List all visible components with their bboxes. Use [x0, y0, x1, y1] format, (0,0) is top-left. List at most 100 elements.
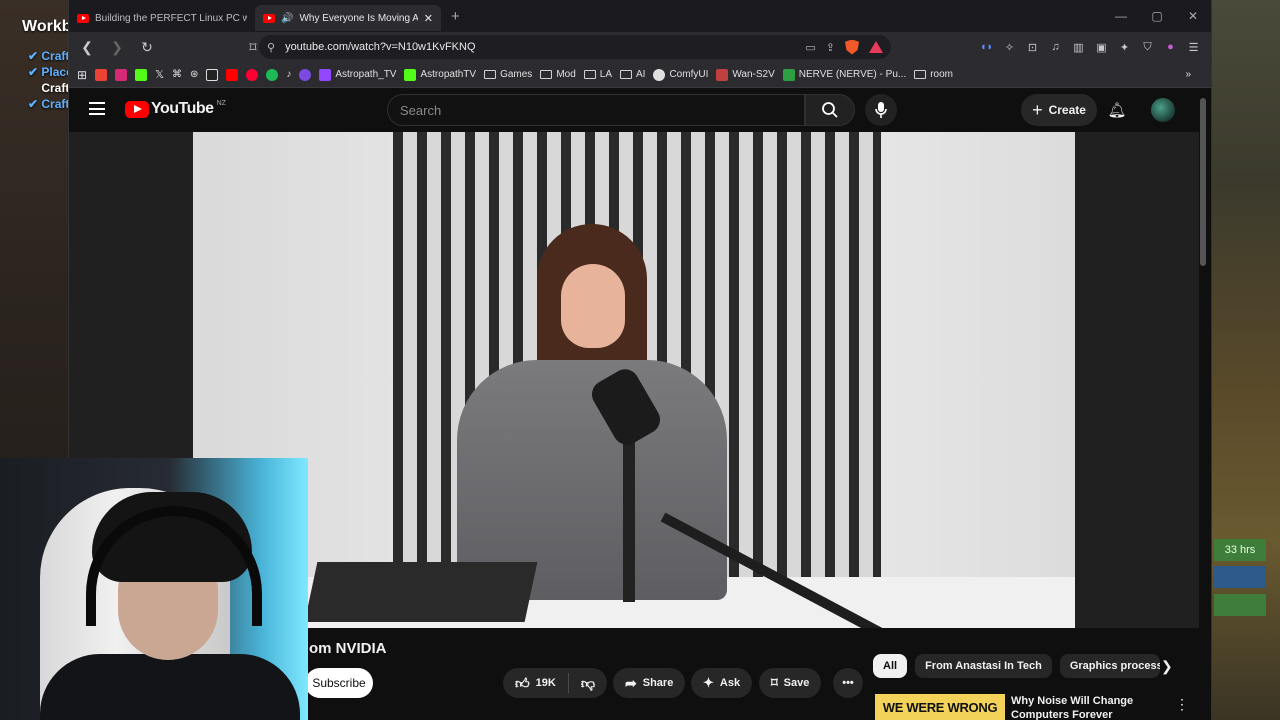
video-player[interactable]: [193, 132, 1075, 628]
youtube-logo[interactable]: YouTube NZ: [125, 100, 226, 118]
brave-shield-icon[interactable]: [845, 39, 859, 55]
game-status-bar: [1214, 566, 1266, 588]
recommended-thumbnail[interactable]: WE WERE WRONG: [875, 694, 1005, 720]
cast-icon[interactable]: ▭: [805, 41, 815, 54]
address-bar[interactable]: ⚲ youtube.com/watch?v=N10w1KvFKNQ ▭ ⇪: [259, 35, 891, 59]
folder-icon: [914, 70, 927, 79]
youtube-music-icon[interactable]: [246, 68, 259, 81]
game-quest-item: Craft: [41, 81, 70, 95]
like-dislike-group: 👍︎ 19K 👎︎: [503, 668, 608, 698]
save-button[interactable]: ⌑ Save: [759, 668, 822, 698]
thumbs-up-icon: 👍︎: [515, 674, 530, 691]
menu-icon[interactable]: ☰: [1186, 40, 1201, 55]
music-icon[interactable]: ♫: [1048, 40, 1063, 55]
more-vertical-icon[interactable]: ⋮: [1175, 696, 1189, 713]
chip-all[interactable]: All: [873, 654, 908, 678]
gmail-icon[interactable]: [95, 68, 108, 81]
avatar[interactable]: [1151, 98, 1175, 122]
x-icon[interactable]: 𝕏: [155, 68, 164, 81]
like-button[interactable]: 👍︎ 19K: [515, 675, 556, 692]
ask-button[interactable]: ✦ Ask: [691, 668, 753, 698]
reload-icon[interactable]: ↻: [137, 39, 157, 56]
share-page-icon[interactable]: ⇪: [826, 41, 835, 54]
more-actions-button[interactable]: •••: [833, 668, 863, 698]
share-button[interactable]: ➦ Share: [613, 668, 686, 698]
sparkle-icon: ✦: [703, 675, 714, 690]
forward-icon[interactable]: ❯: [107, 39, 127, 56]
bookmark-astropath-twitch[interactable]: Astropath_TV: [319, 68, 396, 81]
bookmark-nerve[interactable]: NERVE (NERVE) - Pu...: [782, 68, 906, 81]
chevron-right-icon[interactable]: ❯: [1161, 658, 1173, 675]
notifications-bell-icon[interactable]: 🔔︎: [1107, 100, 1127, 120]
scrollbar-thumb[interactable]: [1200, 98, 1206, 266]
game-title: Workb: [22, 18, 72, 35]
bookmark-comfyui[interactable]: ComfyUI: [653, 68, 708, 81]
speaker-icon[interactable]: 🔊: [281, 13, 293, 24]
site-info-icon[interactable]: ⚲: [267, 41, 275, 54]
webcam-person-body: [40, 654, 300, 720]
hamburger-menu-icon[interactable]: [89, 102, 105, 115]
search-button[interactable]: [805, 94, 855, 126]
search-input[interactable]: Search: [387, 94, 805, 126]
page-scrollbar[interactable]: [1199, 92, 1207, 718]
bookmark-astropath-kick[interactable]: AstropathTV: [404, 68, 476, 81]
new-tab-button[interactable]: +: [451, 8, 460, 25]
chip-from-channel[interactable]: From Anastasi In Tech: [915, 654, 1052, 678]
vpn-icon[interactable]: ◖◗: [979, 40, 994, 55]
recommended-title[interactable]: Why Noise Will Change Computers Forever: [1011, 694, 1171, 720]
bookmark-folder-la[interactable]: LA: [583, 69, 612, 80]
kick-icon: [404, 68, 417, 81]
thumbs-down-icon[interactable]: 👎︎: [581, 675, 595, 692]
maximize-icon[interactable]: ▢: [1139, 0, 1175, 32]
spotify-icon[interactable]: [266, 68, 279, 81]
bookmark-folder-mod[interactable]: Mod: [540, 69, 576, 80]
game-quest-item: ✔ Craft: [28, 97, 70, 111]
video-laptop: [304, 562, 538, 622]
openai-icon[interactable]: ⊛: [190, 69, 198, 80]
game-timer-badge: 33 hrs: [1214, 539, 1266, 561]
microphone-icon: [875, 102, 887, 118]
shield-icon[interactable]: ⛉: [1140, 40, 1155, 55]
chip-graphics[interactable]: Graphics processi: [1059, 654, 1160, 678]
game-status-bar: [1214, 594, 1266, 616]
more-bookmarks-icon[interactable]: »: [1185, 69, 1191, 80]
folder-icon: [540, 70, 553, 79]
counter-icon[interactable]: [299, 68, 312, 81]
tiktok-square-icon[interactable]: [206, 68, 219, 81]
instagram-icon[interactable]: [115, 68, 128, 81]
window-controls: — ▢ ✕: [1103, 0, 1211, 32]
folder-icon: [484, 70, 497, 79]
recommended-video[interactable]: WE WERE WRONG Why Noise Will Change Comp…: [875, 694, 1189, 720]
youtube-icon[interactable]: [226, 68, 239, 81]
close-tab-icon[interactable]: ✕: [424, 12, 433, 25]
youtube-favicon-icon: [263, 13, 275, 23]
youtube-favicon-icon: [77, 13, 89, 23]
plus-icon: +: [1032, 99, 1043, 120]
extensions-icon[interactable]: ✧: [1002, 40, 1017, 55]
minimize-icon[interactable]: —: [1103, 0, 1139, 32]
brave-rewards-icon[interactable]: [869, 41, 883, 53]
link-icon[interactable]: ⌘: [172, 69, 182, 80]
tab-active-video[interactable]: 🔊 Why Everyone Is Moving Away ✕: [255, 5, 441, 31]
create-button[interactable]: + Create: [1021, 94, 1097, 126]
tab-linux-pc[interactable]: Building the PERFECT Linux PC with L: [69, 5, 255, 31]
translate-icon[interactable]: ⊡: [1025, 40, 1040, 55]
bookmark-wan-s2v[interactable]: Wan-S2V: [716, 68, 775, 81]
subscribe-button[interactable]: Subscribe: [305, 668, 373, 698]
bookmark-folder-ai[interactable]: AI: [620, 69, 645, 80]
leo-ai-icon[interactable]: ✦: [1117, 40, 1132, 55]
bookmark-folder-room[interactable]: room: [914, 69, 953, 80]
kick-icon[interactable]: [135, 68, 148, 81]
sidebar-icon[interactable]: ▥: [1071, 40, 1086, 55]
profile-icon[interactable]: ●: [1163, 40, 1178, 55]
voice-search-button[interactable]: [865, 94, 897, 126]
twitch-icon: [319, 68, 332, 81]
game-quest-item: ✔ Craft: [28, 49, 70, 63]
apps-grid-icon[interactable]: ⊞: [77, 68, 87, 82]
bookmark-folder-games[interactable]: Games: [484, 69, 532, 80]
wallet-icon[interactable]: ▣: [1094, 40, 1109, 55]
video-person-face: [561, 264, 625, 348]
close-window-icon[interactable]: ✕: [1175, 0, 1211, 32]
tiktok-icon[interactable]: ♪: [286, 69, 291, 80]
back-icon[interactable]: ❮: [77, 39, 97, 56]
